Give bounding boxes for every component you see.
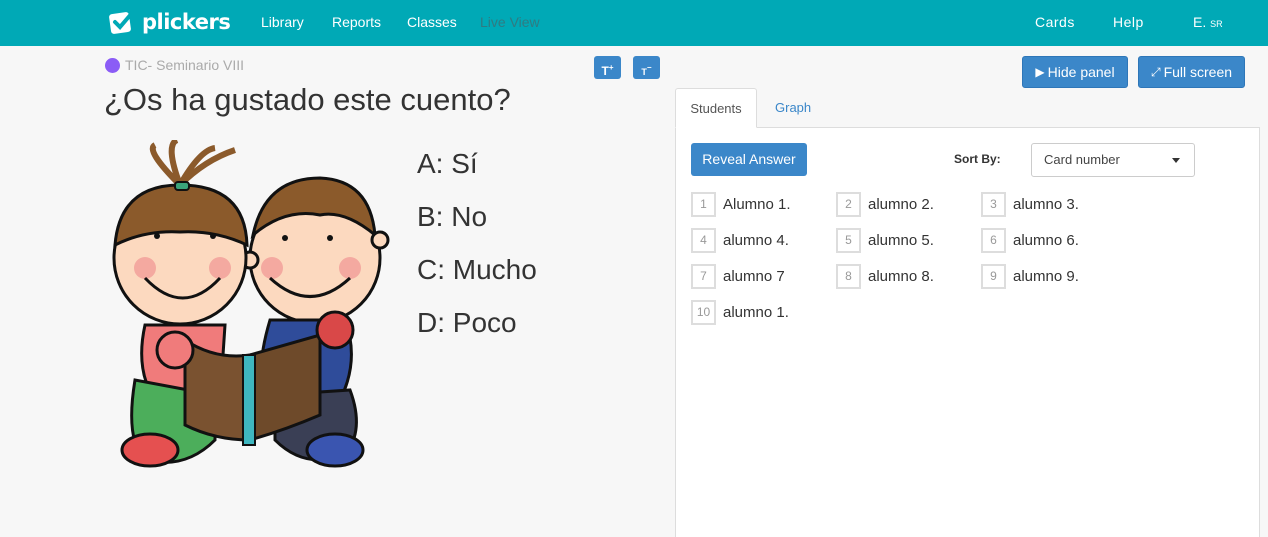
full-screen-button[interactable]: ⤢ Full screen	[1138, 56, 1245, 88]
tab-students[interactable]: Students	[675, 88, 757, 128]
student-name: alumno 3.	[1013, 196, 1079, 213]
sort-by-select[interactable]: Card number	[1031, 143, 1195, 177]
hide-panel-label: Hide panel	[1047, 64, 1115, 80]
answer-b: B: No	[417, 201, 488, 232]
logo-text: plickers	[142, 10, 231, 34]
nav-live-view[interactable]: Live View	[480, 14, 540, 30]
card-number: 9	[981, 264, 1006, 289]
kids-reading-illustration	[105, 137, 395, 480]
nav-cards[interactable]: Cards	[1035, 14, 1075, 30]
logo-check-icon	[108, 9, 136, 35]
student-name: alumno 9.	[1013, 268, 1079, 285]
student-card[interactable]: 9 alumno 9.	[981, 264, 1079, 289]
student-name: alumno 5.	[868, 232, 934, 249]
student-card[interactable]: 7 alumno 7	[691, 264, 785, 289]
student-name: alumno 6.	[1013, 232, 1079, 249]
student-name: alumno 4.	[723, 232, 789, 249]
student-card[interactable]: 10 alumno 1.	[691, 300, 789, 325]
card-number: 7	[691, 264, 716, 289]
student-card[interactable]: 8 alumno 8.	[836, 264, 934, 289]
card-number: 10	[691, 300, 716, 325]
card-number: 4	[691, 228, 716, 253]
expand-icon: ⤢	[1150, 64, 1161, 79]
student-name: alumno 2.	[868, 196, 934, 213]
user-suffix: SR	[1210, 19, 1223, 29]
answer-d: D: Poco	[417, 307, 517, 338]
card-number: 2	[836, 192, 861, 217]
nav-library[interactable]: Library	[261, 14, 304, 30]
student-card[interactable]: 2 alumno 2.	[836, 192, 934, 217]
student-card[interactable]: 1 Alumno 1.	[691, 192, 791, 217]
class-color-dot	[105, 57, 120, 73]
decrease-text-button[interactable]: T−	[633, 56, 660, 79]
caret-down-icon	[1172, 158, 1180, 163]
student-name: alumno 8.	[868, 268, 934, 285]
student-name: alumno 7	[723, 268, 785, 285]
sort-selected-value: Card number	[1044, 152, 1120, 167]
class-label: TIC- Seminario VIII	[105, 56, 244, 74]
hide-panel-button[interactable]: ▶ Hide panel	[1022, 56, 1128, 88]
increase-text-icon: T	[601, 64, 609, 78]
card-number: 8	[836, 264, 861, 289]
nav-user-menu[interactable]: E. SR	[1193, 14, 1223, 30]
full-screen-label: Full screen	[1163, 64, 1233, 80]
student-name: Alumno 1.	[723, 196, 791, 213]
card-number: 3	[981, 192, 1006, 217]
student-card[interactable]: 6 alumno 6.	[981, 228, 1079, 253]
reveal-answer-button[interactable]: Reveal Answer	[691, 143, 807, 176]
plickers-logo[interactable]: plickers	[108, 7, 231, 37]
card-number: 6	[981, 228, 1006, 253]
student-card[interactable]: 4 alumno 4.	[691, 228, 789, 253]
nav-classes[interactable]: Classes	[407, 14, 457, 30]
sort-by-label: Sort By:	[954, 152, 1001, 166]
students-panel	[675, 127, 1260, 537]
nav-reports[interactable]: Reports	[332, 14, 381, 30]
student-card[interactable]: 3 alumno 3.	[981, 192, 1079, 217]
answer-a: A: Sí	[417, 148, 478, 179]
card-number: 5	[836, 228, 861, 253]
user-initial: E.	[1193, 14, 1207, 30]
question-text: ¿Os ha gustado este cuento?	[104, 82, 511, 117]
answer-c: C: Mucho	[417, 254, 537, 285]
nav-help[interactable]: Help	[1113, 14, 1144, 30]
top-nav-bar: plickers Library Reports Classes Live Vi…	[0, 0, 1268, 46]
card-number: 1	[691, 192, 716, 217]
class-name: TIC- Seminario VIII	[125, 57, 245, 73]
increase-text-button[interactable]: T+	[594, 56, 621, 79]
student-card[interactable]: 5 alumno 5.	[836, 228, 934, 253]
tab-graph[interactable]: Graph	[775, 100, 811, 115]
student-name: alumno 1.	[723, 304, 789, 321]
play-box-icon: ▶	[1035, 65, 1045, 79]
